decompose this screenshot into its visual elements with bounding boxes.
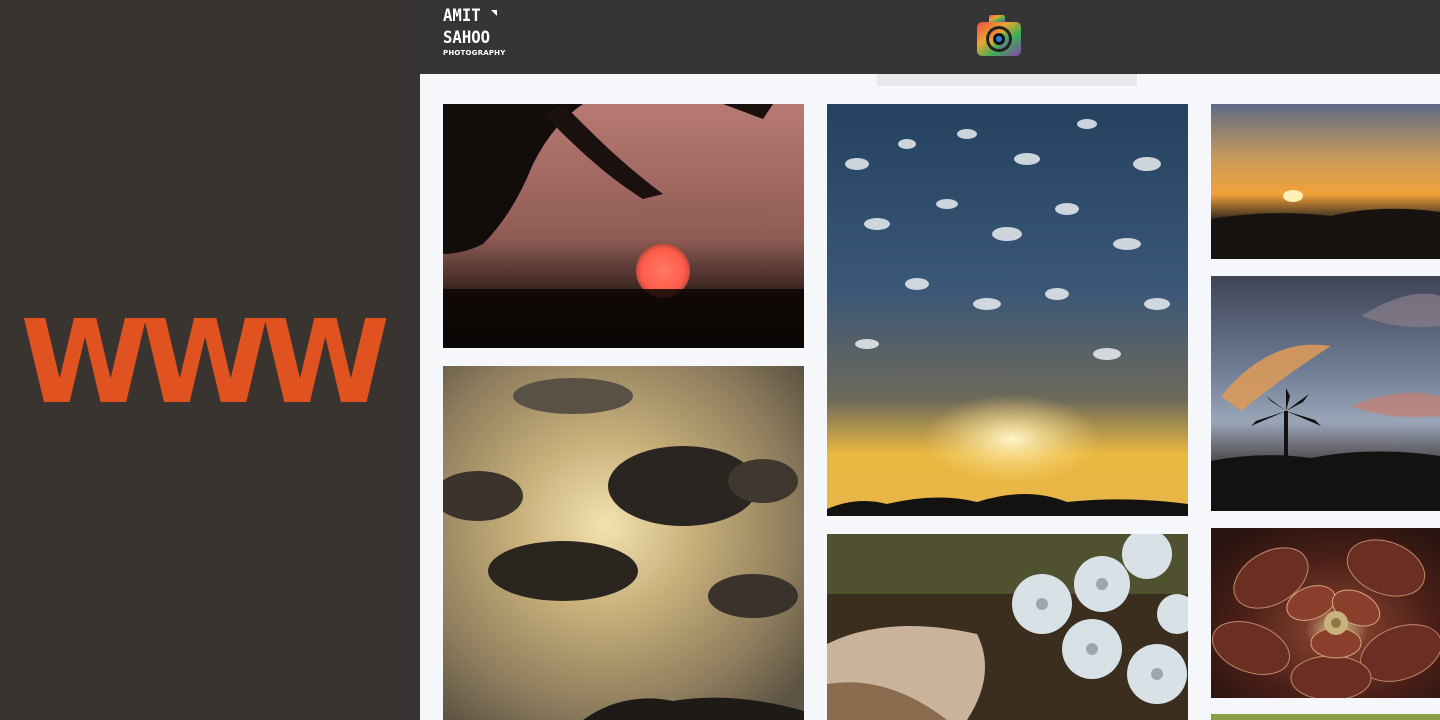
brand-line-2: SAHOO [443, 28, 491, 48]
photo-sunset-horizon[interactable] [1211, 104, 1440, 259]
photo-white-flowers[interactable] [827, 534, 1188, 720]
www-icon-logo: WWW [20, 318, 388, 406]
photo-succulent-closeup[interactable] [1211, 528, 1440, 698]
search-bar-stub[interactable] [877, 74, 1137, 86]
brand-line-1: AMIT [443, 6, 481, 26]
brand-tick-icon [491, 10, 497, 16]
photo-partial-next[interactable] [1211, 714, 1440, 720]
photo-sunrays-clouds[interactable] [827, 104, 1188, 516]
top-navigation-bar: AMIT SAHOO PHOTOGRAPHY [405, 0, 1440, 74]
photo-blurred-sunset-tree[interactable] [443, 104, 804, 348]
left-panel: WWW [0, 0, 405, 720]
www-logo-text: WWW [20, 318, 387, 406]
website-area: AMIT SAHOO PHOTOGRAPHY [405, 0, 1440, 720]
brand-logo[interactable]: AMIT SAHOO PHOTOGRAPHY [443, 8, 513, 66]
brand-line-3: PHOTOGRAPHY [443, 49, 506, 57]
photo-palm-silhouette[interactable] [1211, 276, 1440, 511]
gallery-area [420, 74, 1440, 720]
photo-dramatic-clouds[interactable] [443, 366, 804, 720]
camera-icon[interactable] [975, 12, 1023, 60]
